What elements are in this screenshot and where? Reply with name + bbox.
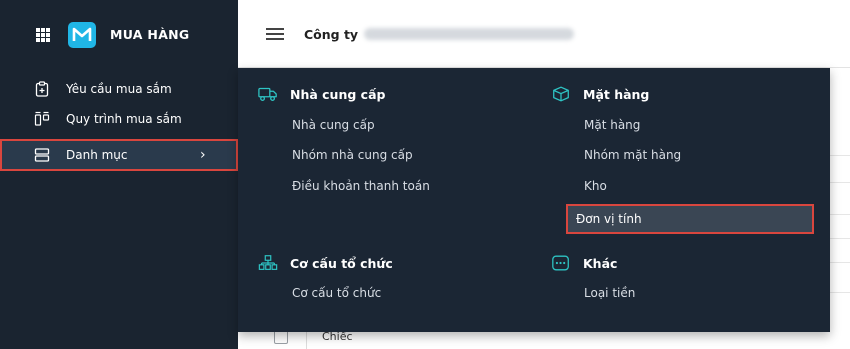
org-chart-icon — [258, 255, 278, 270]
menu-link-item[interactable]: Mặt hàng — [584, 118, 640, 132]
sidebar-item-label: Quy trình mua sắm — [66, 112, 182, 126]
menu-link-item-group[interactable]: Nhóm mặt hàng — [584, 148, 681, 162]
company-label: Công ty — [304, 27, 359, 42]
catalog-dropdown-menu: Nhà cung cấp Nhà cung cấp Nhóm nhà cung … — [238, 68, 830, 332]
menu-link-warehouse[interactable]: Kho — [584, 179, 607, 193]
group-title-other: Khác — [551, 254, 617, 272]
app-grid-icon[interactable] — [36, 28, 50, 42]
clipboard-plus-icon — [35, 81, 49, 97]
chevron-right-icon: › — [200, 147, 206, 163]
menu-link-payment-terms[interactable]: Điều khoản thanh toán — [292, 179, 430, 193]
sidebar-item-purchase-request[interactable]: Yêu cầu mua sắm — [0, 74, 238, 104]
menu-link-supplier[interactable]: Nhà cung cấp — [292, 118, 375, 132]
menu-link-currency[interactable]: Loại tiền — [584, 286, 635, 300]
sidebar-item-purchase-process[interactable]: Quy trình mua sắm — [0, 104, 238, 134]
brand-header: MUA HÀNG — [0, 0, 238, 68]
row-checkbox[interactable] — [274, 330, 288, 344]
group-title-items: Mặt hàng — [551, 85, 649, 103]
more-icon — [552, 255, 569, 271]
menu-link-unit-of-measure[interactable]: Đơn vị tính — [566, 204, 814, 234]
menu-link-org-structure[interactable]: Cơ cấu tổ chức — [292, 286, 381, 300]
top-bar: Công ty — [238, 0, 850, 68]
company-name-redacted — [364, 28, 574, 40]
box-icon — [553, 86, 569, 102]
catalog-icon — [34, 148, 50, 162]
group-title-org-structure: Cơ cấu tổ chức — [258, 254, 393, 272]
group-title-suppliers: Nhà cung cấp — [258, 85, 385, 103]
truck-icon — [258, 87, 277, 101]
menu-icon[interactable] — [266, 28, 284, 40]
menu-link-supplier-group[interactable]: Nhóm nhà cung cấp — [292, 148, 413, 162]
sidebar: MUA HÀNG Yêu cầu mua sắm Quy trình mua s… — [0, 0, 238, 349]
process-icon — [34, 111, 50, 126]
sidebar-item-catalog[interactable]: Danh mục › — [0, 139, 238, 171]
sidebar-item-label: Danh mục — [66, 148, 128, 162]
app-logo-icon — [68, 22, 96, 48]
sidebar-item-label: Yêu cầu mua sắm — [66, 82, 172, 96]
app-title: MUA HÀNG — [110, 27, 190, 42]
